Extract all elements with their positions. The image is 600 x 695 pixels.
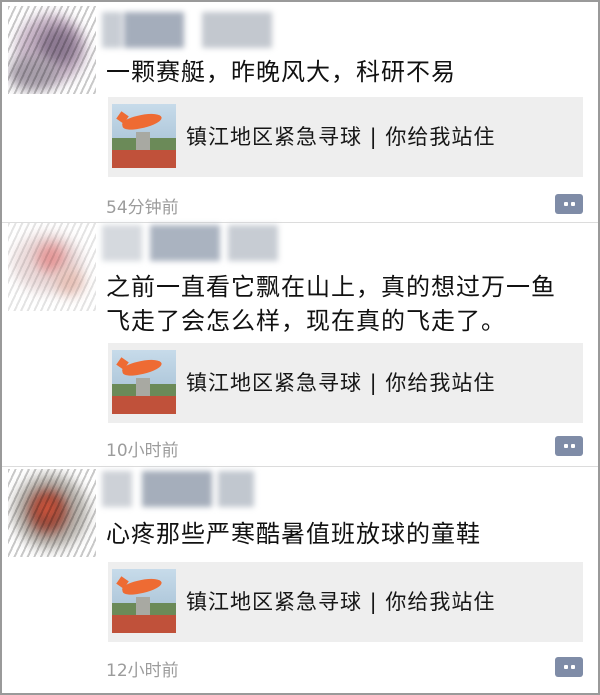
balloon-thumbnail bbox=[112, 350, 176, 414]
feed-post: 一颗赛艇，昨晚风大，科研不易 镇江地区紧急寻球 | 你给我站住 54分钟前 bbox=[2, 2, 598, 222]
feed-post: 心疼那些严寒酷暑值班放球的童鞋 镇江地区紧急寻球 | 你给我站住 12小时前 bbox=[2, 467, 598, 693]
comment-icon[interactable] bbox=[555, 194, 583, 214]
post-time: 12小时前 bbox=[106, 661, 179, 681]
avatar[interactable] bbox=[8, 223, 96, 311]
shared-article-card[interactable]: 镇江地区紧急寻球 | 你给我站住 bbox=[108, 562, 583, 642]
shared-article-card[interactable]: 镇江地区紧急寻球 | 你给我站住 bbox=[108, 343, 583, 423]
avatar[interactable] bbox=[8, 469, 96, 557]
nickname-blurred[interactable] bbox=[102, 225, 302, 261]
feed-post: 之前一直看它飘在山上，真的想过万一鱼 飞走了会怎么样，现在真的飞走了。 镇江地区… bbox=[2, 223, 598, 466]
balloon-thumbnail bbox=[112, 569, 176, 633]
shared-article-title: 镇江地区紧急寻球 | 你给我站住 bbox=[186, 371, 496, 395]
shared-article-title: 镇江地区紧急寻球 | 你给我站住 bbox=[186, 590, 496, 614]
moments-feed: 一颗赛艇，昨晚风大，科研不易 镇江地区紧急寻球 | 你给我站住 54分钟前 之前… bbox=[0, 0, 600, 695]
post-text: 心疼那些严寒酷暑值班放球的童鞋 bbox=[106, 520, 481, 548]
post-text: 之前一直看它飘在山上，真的想过万一鱼 飞走了会怎么样，现在真的飞走了。 bbox=[106, 273, 556, 335]
avatar[interactable] bbox=[8, 6, 96, 94]
nickname-blurred[interactable] bbox=[102, 12, 282, 48]
shared-article-title: 镇江地区紧急寻球 | 你给我站住 bbox=[186, 125, 496, 149]
comment-icon[interactable] bbox=[555, 657, 583, 677]
post-time: 54分钟前 bbox=[106, 198, 179, 218]
shared-article-card[interactable]: 镇江地区紧急寻球 | 你给我站住 bbox=[108, 97, 583, 177]
post-time: 10小时前 bbox=[106, 441, 179, 461]
post-text: 一颗赛艇，昨晚风大，科研不易 bbox=[106, 58, 456, 86]
nickname-blurred[interactable] bbox=[102, 471, 262, 507]
balloon-thumbnail bbox=[112, 104, 176, 168]
comment-icon[interactable] bbox=[555, 436, 583, 456]
